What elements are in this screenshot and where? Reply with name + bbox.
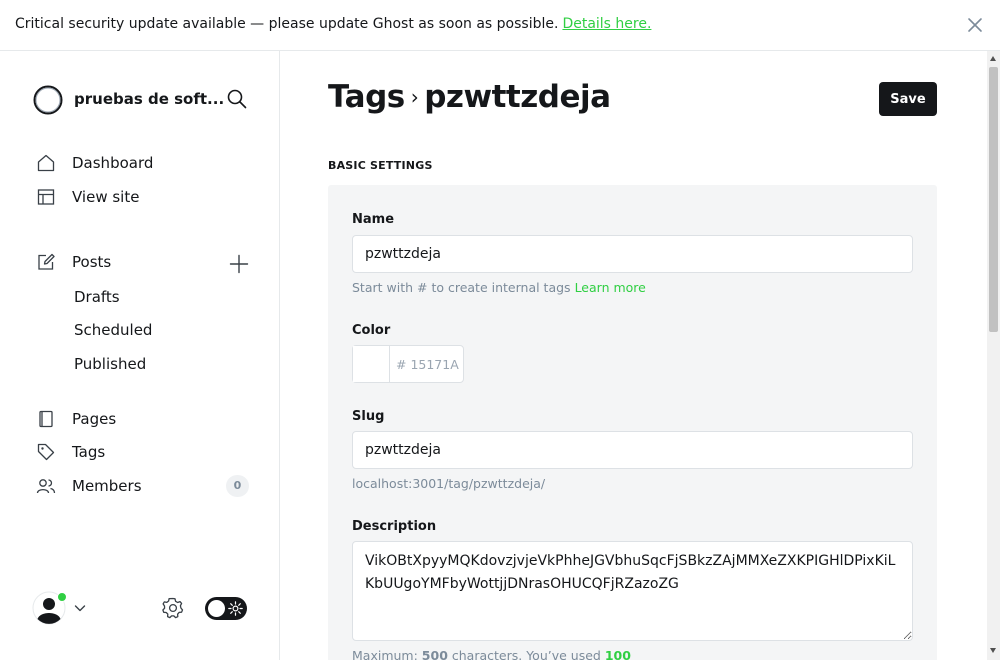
sidebar-item-scheduled[interactable]: Scheduled — [74, 321, 152, 339]
sidebar-item-members[interactable]: Members — [36, 474, 256, 498]
update-banner: Critical security update available — ple… — [0, 0, 1000, 51]
home-icon — [36, 153, 56, 173]
save-button[interactable]: Save — [879, 82, 937, 116]
edit-icon — [36, 252, 56, 272]
sidebar: pruebas de soft... Dashboard View site P… — [0, 51, 280, 660]
search-icon[interactable] — [226, 88, 248, 110]
site-name[interactable]: pruebas de soft... — [74, 90, 224, 108]
banner-details-link[interactable]: Details here. — [562, 16, 651, 32]
members-count-badge: 0 — [226, 475, 249, 497]
scrollbar-thumb[interactable] — [989, 67, 998, 332]
breadcrumb-separator-icon: › — [410, 85, 419, 109]
sun-icon — [228, 601, 243, 616]
slug-label: Slug — [352, 409, 385, 424]
color-label: Color — [352, 323, 391, 338]
plus-icon[interactable] — [228, 253, 250, 275]
sidebar-item-label: Pages — [72, 410, 117, 428]
toggle-knob — [208, 600, 225, 617]
basic-settings-panel: Name Start with # to create internal tag… — [328, 185, 937, 660]
page-icon — [36, 409, 56, 429]
main-content: Tags › pzwttzdeja Save BASIC SETTINGS Name… — [281, 51, 987, 660]
sidebar-item-view-site[interactable]: View site — [36, 185, 256, 209]
section-title: BASIC SETTINGS — [328, 159, 433, 172]
banner-message-text: Critical security update available — ple… — [15, 16, 559, 32]
close-icon[interactable] — [966, 16, 984, 34]
sidebar-item-tags[interactable]: Tags — [36, 440, 256, 464]
slug-url-preview: localhost:3001/tag/pzwttzdeja/ — [352, 476, 546, 491]
sidebar-item-label: Posts — [72, 253, 112, 271]
scrollbar[interactable] — [987, 51, 1000, 660]
sidebar-item-published[interactable]: Published — [74, 355, 146, 373]
hint-mid: characters. You’ve used — [451, 648, 601, 660]
members-icon — [36, 476, 56, 496]
color-input[interactable]: # 15171A — [396, 357, 459, 372]
sidebar-item-dashboard[interactable]: Dashboard — [36, 151, 256, 175]
page-title: Tags › pzwttzdeja — [328, 79, 611, 115]
learn-more-link[interactable]: Learn more — [575, 280, 646, 295]
breadcrumb-tags[interactable]: Tags — [328, 79, 405, 115]
color-swatch[interactable] — [353, 346, 390, 382]
theme-toggle[interactable] — [205, 597, 247, 620]
sidebar-item-drafts[interactable]: Drafts — [74, 288, 120, 306]
chevron-down-icon[interactable] — [74, 602, 86, 614]
sidebar-item-posts[interactable]: Posts — [36, 250, 256, 274]
gear-icon[interactable] — [161, 596, 185, 620]
hint-prefix: Maximum: — [352, 648, 418, 660]
sidebar-item-label: Tags — [72, 443, 106, 461]
sidebar-item-label: Members — [72, 477, 142, 495]
scroll-down-arrow-icon[interactable] — [990, 648, 996, 653]
description-label: Description — [352, 519, 437, 534]
description-textarea[interactable]: VikOBtXpyyMQKdovzjvjeVkPhheJGVbhuSqcFjSB… — [352, 541, 913, 641]
breadcrumb-current: pzwttzdeja — [424, 79, 611, 115]
ghost-logo-icon[interactable] — [32, 84, 64, 116]
sidebar-item-pages[interactable]: Pages — [36, 407, 256, 431]
color-field: # 15171A — [352, 345, 464, 383]
online-status-dot — [57, 592, 67, 602]
scroll-up-arrow-icon[interactable] — [990, 56, 996, 61]
description-hint: Maximum: 500 characters. You’ve used 100 — [352, 648, 631, 660]
used-count: 100 — [604, 648, 631, 660]
name-label: Name — [352, 212, 395, 227]
name-hint-text: Start with # to create internal tags — [352, 280, 571, 295]
layout-icon — [36, 187, 56, 207]
name-hint: Start with # to create internal tags Lea… — [352, 280, 646, 295]
sidebar-item-label: Dashboard — [72, 154, 154, 172]
name-input[interactable] — [352, 235, 913, 273]
slug-input[interactable] — [352, 431, 913, 469]
sidebar-item-label: View site — [72, 188, 140, 206]
tag-icon — [36, 442, 56, 462]
max-count: 500 — [421, 648, 448, 660]
banner-message: Critical security update available — ple… — [15, 16, 651, 32]
